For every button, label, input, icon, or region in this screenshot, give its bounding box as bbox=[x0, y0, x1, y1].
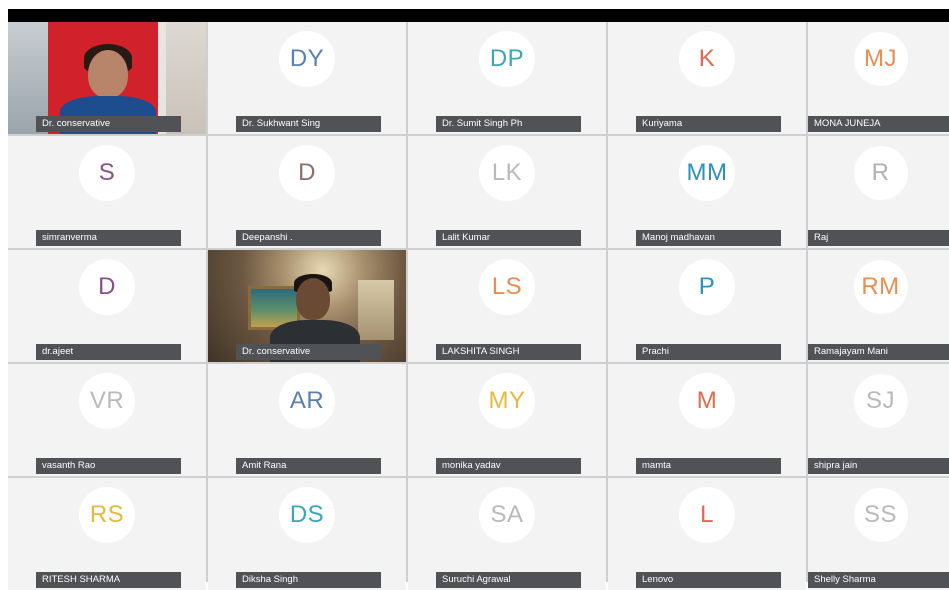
participant-name: RITESH SHARMA bbox=[36, 572, 181, 588]
participant-name: Dr. Sumit Singh Ph bbox=[436, 116, 581, 132]
participant-avatar-initials: P bbox=[679, 259, 735, 315]
participant-tile[interactable]: VR vasanth Rao bbox=[8, 364, 206, 476]
participant-name: shipra jain bbox=[808, 458, 949, 474]
participant-avatar-initials: LS bbox=[479, 259, 535, 315]
participant-name: monika yadav bbox=[436, 458, 581, 474]
participant-tile[interactable]: LS LAKSHITA SINGH bbox=[408, 250, 606, 362]
top-bar bbox=[8, 9, 949, 22]
participant-avatar-initials: DP bbox=[479, 31, 535, 87]
participant-avatar-initials: VR bbox=[79, 373, 135, 429]
participant-name: dr.ajeet bbox=[36, 344, 181, 360]
participant-name: Raj bbox=[808, 230, 949, 246]
participant-tile[interactable]: AR Amit Rana bbox=[208, 364, 406, 476]
participant-name: Lalit Kumar bbox=[436, 230, 581, 246]
participant-tile[interactable]: RM Ramajayam Mani bbox=[808, 250, 949, 362]
participant-name: Amit Rana bbox=[236, 458, 381, 474]
participant-avatar-initials: L bbox=[679, 487, 735, 543]
participant-tile[interactable]: DY Dr. Sukhwant Sing bbox=[208, 22, 406, 134]
participant-avatar-initials: M bbox=[679, 373, 735, 429]
participant-avatar-initials: AR bbox=[279, 373, 335, 429]
participant-name: Manoj madhavan bbox=[636, 230, 781, 246]
participant-name: Kuriyama bbox=[636, 116, 781, 132]
participant-tile[interactable]: LK Lalit Kumar bbox=[408, 136, 606, 248]
participant-name: Deepanshi . bbox=[236, 230, 381, 246]
participant-avatar-initials: MJ bbox=[853, 32, 908, 86]
participant-name: MONA JUNEJA bbox=[808, 116, 949, 132]
participant-tile[interactable]: M mamta bbox=[608, 364, 806, 476]
participant-name: Ramajayam Mani bbox=[808, 344, 949, 360]
participant-name: Prachi bbox=[636, 344, 781, 360]
participant-name: simranverma bbox=[36, 230, 181, 246]
participant-tile[interactable]: SS Shelly Sharma bbox=[808, 478, 949, 590]
participant-avatar-initials: S bbox=[79, 145, 135, 201]
participant-avatar-initials: DS bbox=[279, 487, 335, 543]
participant-tile-video[interactable]: Dr. conservative bbox=[8, 22, 206, 134]
participant-name: Dr. conservative bbox=[36, 116, 181, 132]
participant-avatar-initials: SJ bbox=[853, 374, 908, 428]
participant-tile[interactable]: D Deepanshi . bbox=[208, 136, 406, 248]
participant-name: Shelly Sharma bbox=[808, 572, 949, 588]
participant-tile[interactable]: DS Diksha Singh bbox=[208, 478, 406, 590]
participant-name: Dr. conservative bbox=[236, 344, 381, 360]
participant-avatar-initials: MY bbox=[479, 373, 535, 429]
participant-avatar-initials: DY bbox=[279, 31, 335, 87]
participant-avatar-initials: K bbox=[679, 31, 735, 87]
participant-avatar-initials: LK bbox=[479, 145, 535, 201]
participant-avatar-initials: RS bbox=[79, 487, 135, 543]
participant-avatar-initials: RM bbox=[853, 260, 908, 314]
participant-name: Diksha Singh bbox=[236, 572, 381, 588]
participant-avatar-initials: D bbox=[79, 259, 135, 315]
participant-tile[interactable]: MJ MONA JUNEJA bbox=[808, 22, 949, 134]
participant-tile-video[interactable]: Dr. conservative bbox=[208, 250, 406, 362]
bookshelf bbox=[358, 280, 394, 340]
participant-tile[interactable]: DP Dr. Sumit Singh Ph bbox=[408, 22, 606, 134]
participant-tile[interactable]: MY monika yadav bbox=[408, 364, 606, 476]
person-head bbox=[88, 50, 128, 98]
person-head bbox=[296, 278, 330, 320]
participant-tile[interactable]: K Kuriyama bbox=[608, 22, 806, 134]
participant-grid: Dr. conservative DY Dr. Sukhwant Sing DP… bbox=[8, 22, 949, 590]
participant-tile[interactable]: P Prachi bbox=[608, 250, 806, 362]
participant-name: Suruchi Agrawal bbox=[436, 572, 581, 588]
participant-tile[interactable]: L Lenovo bbox=[608, 478, 806, 590]
participant-tile[interactable]: RS RITESH SHARMA bbox=[8, 478, 206, 590]
participant-avatar-initials: MM bbox=[679, 145, 735, 201]
participant-avatar-initials: SA bbox=[479, 487, 535, 543]
participant-name: vasanth Rao bbox=[36, 458, 181, 474]
participant-name: mamta bbox=[636, 458, 781, 474]
participant-tile[interactable]: R Raj bbox=[808, 136, 949, 248]
participant-name: LAKSHITA SINGH bbox=[436, 344, 581, 360]
participant-tile[interactable]: MM Manoj madhavan bbox=[608, 136, 806, 248]
participant-avatar-initials: SS bbox=[853, 488, 908, 542]
participant-tile[interactable]: S simranverma bbox=[8, 136, 206, 248]
participant-tile[interactable]: SA Suruchi Agrawal bbox=[408, 478, 606, 590]
participant-name: Lenovo bbox=[636, 572, 781, 588]
participant-avatar-initials: R bbox=[853, 146, 908, 200]
participant-avatar-initials: D bbox=[279, 145, 335, 201]
participant-tile[interactable]: D dr.ajeet bbox=[8, 250, 206, 362]
participant-tile[interactable]: SJ shipra jain bbox=[808, 364, 949, 476]
participant-name: Dr. Sukhwant Sing bbox=[236, 116, 381, 132]
